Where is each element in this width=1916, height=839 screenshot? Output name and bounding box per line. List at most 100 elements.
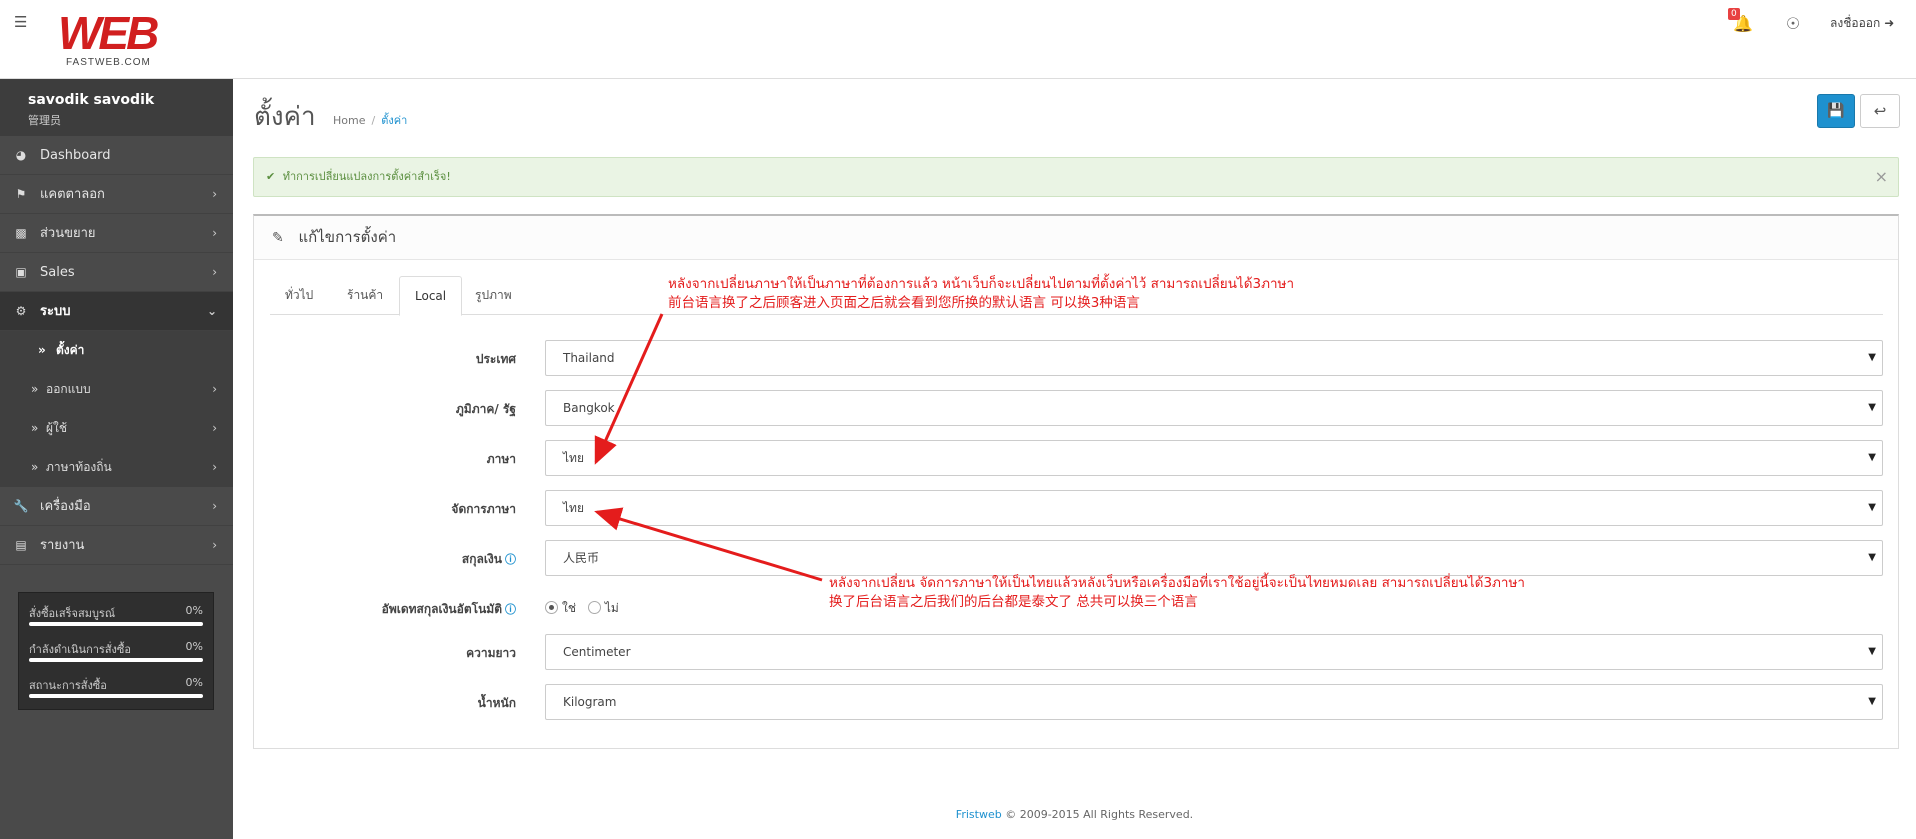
language-select[interactable]: ไทย ▼ [545, 440, 1883, 476]
region-select[interactable]: Bangkok ▼ [545, 390, 1883, 426]
stat-label: สั่งซื้อเสร็จสมบูรณ์ [29, 607, 116, 620]
currency-value: 人民币 [563, 551, 600, 565]
logo[interactable]: WEB FASTWEB.COM [58, 10, 184, 70]
logout-label: ลงชื่อออก [1830, 15, 1881, 30]
auto-update-label-wrap: อัพเดทสกุลเงินอัตโนมัติ ⓘ [382, 590, 516, 628]
pencil-icon: ✎ [272, 230, 284, 246]
currency-select[interactable]: 人民币 ▼ [545, 540, 1883, 576]
admin-language-select[interactable]: ไทย ▼ [545, 490, 1883, 526]
close-icon[interactable]: × [1875, 158, 1888, 196]
radio-yes-label: ใช่ [562, 601, 577, 615]
sidebar-item-label: รายงาน [40, 538, 85, 553]
user-profile[interactable]: savodik savodik 管理员 [0, 79, 233, 136]
auto-update-label: อัพเดทสกุลเงินอัตโนมัติ [381, 602, 502, 616]
stat-label: สถานะการสั่งซื้อ [29, 679, 107, 692]
tab-image[interactable]: รูปภาพ [460, 276, 527, 315]
tab-general[interactable]: ทั่วไป [270, 276, 328, 315]
sidebar-item-label: เครื่องมือ [40, 499, 91, 514]
logout-link[interactable]: ลงชื่อออก ➜ [1830, 0, 1894, 46]
sidebar-subitem-settings[interactable]: » ตั้งค่า [0, 331, 233, 370]
page-title: ตั้งค่า [254, 102, 316, 132]
user-role: 管理员 [28, 114, 61, 127]
footer-copyright: © 2009-2015 All Rights Reserved. [1005, 808, 1194, 821]
radio-no-label: ไม่ [604, 601, 619, 615]
stat-label: กำลังดำเนินการสั่งซื้อ [29, 643, 131, 656]
footer: Fristweb © 2009-2015 All Rights Reserved… [233, 808, 1916, 821]
country-select[interactable]: Thailand ▼ [545, 340, 1883, 376]
sidebar-item-label: Dashboard [40, 148, 111, 163]
caret-down-icon: ▼ [1868, 646, 1876, 657]
breadcrumb-home[interactable]: Home [333, 114, 365, 127]
check-circle-icon: ✔ [266, 170, 276, 183]
question-circle-icon[interactable]: ⓘ [505, 603, 516, 616]
sidebar-subitem-design[interactable]: » ออกแบบ › [0, 370, 233, 409]
floppy-disk-icon: 💾 [1827, 103, 1845, 119]
admin-language-label: จัดการภาษา [451, 502, 516, 516]
caret-down-icon: ▼ [1868, 552, 1876, 563]
notifications-button[interactable]: 0 🔔 [1728, 0, 1758, 46]
sidebar-subitem-label: ตั้งค่า [56, 343, 85, 357]
puzzle-icon: ▩ [15, 226, 27, 240]
stat-value: 0% [185, 604, 203, 617]
currency-row: สกุลเงิน ⓘ 人民币 ▼ [270, 540, 1883, 578]
double-chevron-icon: » [31, 382, 39, 396]
save-button[interactable]: 💾 [1817, 94, 1855, 128]
chevron-down-icon: ⌄ [206, 304, 217, 318]
sidebar-item-reports[interactable]: ▤ รายงาน › [0, 526, 233, 565]
breadcrumb-current[interactable]: ตั้งค่า [381, 114, 407, 127]
back-button[interactable]: ↩ [1860, 94, 1900, 128]
cart-icon: ▣ [15, 265, 27, 279]
sidebar-item-dashboard[interactable]: ◕ Dashboard [0, 136, 233, 175]
sidebar-item-tools[interactable]: 🔧 เครื่องมือ › [0, 487, 233, 526]
reply-arrow-icon: ↩ [1873, 102, 1887, 120]
stat-processing: กำลังดำเนินการสั่งซื้อ 0% [29, 638, 203, 674]
order-stats: สั่งซื้อเสร็จสมบูรณ์ 0% กำลังดำเนินการสั… [18, 592, 214, 710]
help-button[interactable]: ☉ [1780, 0, 1806, 46]
radio-unchecked[interactable] [587, 601, 601, 614]
question-circle-icon[interactable]: ⓘ [505, 553, 516, 566]
sidebar-item-catalog[interactable]: ⚑ แคตตาลอก › [0, 175, 233, 214]
panel-heading: ✎ แก้ไขการตั้งค่า [254, 216, 1898, 260]
sidebar-subitem-users[interactable]: » ผู้ใช้ › [0, 409, 233, 448]
footer-brand-link[interactable]: Fristweb [956, 808, 1002, 821]
annotation-top-line2: 前台语言换了之后顾客进入页面之后就会看到您所换的默认语言 可以换3种语言 [668, 295, 1140, 311]
double-chevron-icon: » [31, 421, 39, 435]
double-chevron-icon: » [31, 460, 39, 474]
sidebar-item-extensions[interactable]: ▩ ส่วนขยาย › [0, 214, 233, 253]
chevron-right-icon: › [212, 421, 217, 435]
success-alert: ✔ ทำการเปลี่ยนแปลงการตั้งค่าสำเร็จ! × [253, 157, 1899, 197]
tab-local[interactable]: Local [399, 276, 463, 316]
breadcrumb-separator: / [371, 114, 376, 127]
sidebar-item-sales[interactable]: ▣ Sales › [0, 253, 233, 292]
notification-badge: 0 [1728, 8, 1740, 20]
progress-bar [29, 694, 203, 698]
stat-value: 0% [185, 640, 203, 653]
sign-out-icon: ➜ [1884, 16, 1895, 30]
region-row: ภูมิภาค/ รัฐ Bangkok ▼ [270, 390, 1883, 428]
sidebar-item-system[interactable]: ⚙ ระบบ ⌄ [0, 292, 233, 331]
caret-down-icon: ▼ [1868, 352, 1876, 363]
chevron-right-icon: › [212, 538, 217, 552]
system-submenu: » ตั้งค่า » ออกแบบ › » ผู้ใช้ › » ภาษาท้… [0, 331, 233, 487]
sidebar-subitem-label: ออกแบบ [46, 382, 91, 396]
length-row: ความยาว Centimeter ▼ [270, 634, 1883, 672]
menu-toggle-icon[interactable]: ☰ [14, 14, 32, 30]
life-ring-icon: ☉ [1785, 13, 1801, 33]
top-header: ☰ WEB FASTWEB.COM 0 🔔 ☉ ลงชื่อออก ➜ [0, 0, 1916, 79]
region-value: Bangkok [563, 401, 615, 415]
weight-select[interactable]: Kilogram ▼ [545, 684, 1883, 720]
sidebar-subitem-localisation[interactable]: » ภาษาท้องถิ่น › [0, 448, 233, 487]
stat-order-status: สถานะการสั่งซื้อ 0% [29, 674, 203, 710]
auto-update-no[interactable]: ไม่ [587, 601, 619, 615]
annotation-bottom-line1: หลังจากเปลี่ยน จัดการภาษาให้เป็นไทยแล้วห… [829, 575, 1525, 591]
radio-checked[interactable] [545, 601, 558, 614]
admin-language-row: จัดการภาษา ไทย ▼ [270, 490, 1883, 528]
annotation-top-line1: หลังจากเปลี่ยนภาษาให้เป็นภาษาที่ต้องการแ… [668, 276, 1295, 292]
logo-text: WEB [58, 7, 159, 59]
auto-update-yes[interactable]: ใช่ [545, 601, 576, 615]
length-select[interactable]: Centimeter ▼ [545, 634, 1883, 670]
chevron-right-icon: › [212, 460, 217, 474]
caret-down-icon: ▼ [1868, 502, 1876, 513]
currency-label-wrap: สกุลเงิน ⓘ [462, 540, 516, 578]
tab-store[interactable]: ร้านค้า [332, 276, 398, 315]
